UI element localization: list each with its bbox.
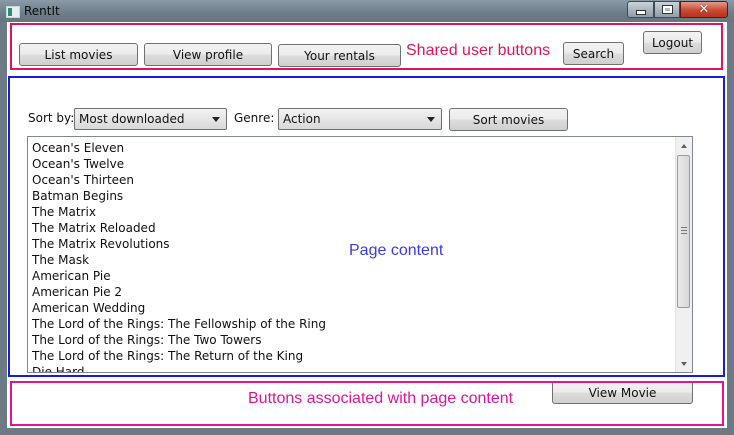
minimize-icon xyxy=(628,2,653,17)
annotation-label-content-buttons: Buttons associated with page content xyxy=(248,390,514,407)
annotation-box-shared-buttons xyxy=(10,23,723,70)
window-title: RentIt xyxy=(24,4,60,18)
close-icon: ✕ xyxy=(698,2,710,17)
annotation-label-shared-buttons: Shared user buttons xyxy=(406,42,551,59)
window-border-bottom xyxy=(0,428,734,435)
close-button[interactable]: ✕ xyxy=(680,1,728,18)
maximize-icon xyxy=(655,2,679,17)
title-bar[interactable]: RentIt ✕ xyxy=(0,0,734,22)
annotation-box-page-content xyxy=(8,76,725,377)
maximize-button[interactable] xyxy=(654,1,680,18)
annotation-label-page-content: Page content xyxy=(349,242,444,259)
window-border-right xyxy=(727,22,734,435)
minimize-button[interactable] xyxy=(627,1,654,18)
app-icon xyxy=(6,6,20,18)
window-border-left xyxy=(0,22,7,435)
